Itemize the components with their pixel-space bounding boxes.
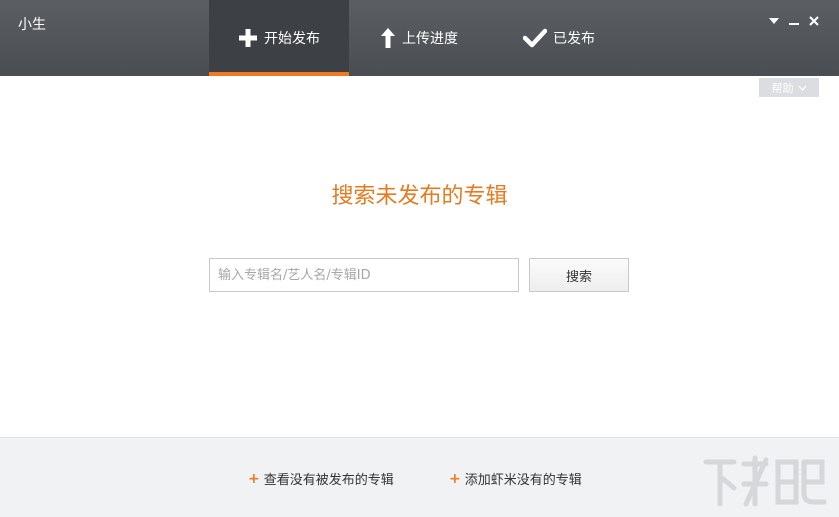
help-label: 帮助	[771, 81, 794, 95]
view-unpublished-albums-link[interactable]: + 查看没有被发布的专辑	[248, 469, 394, 489]
close-icon	[809, 16, 819, 26]
link-label: 查看没有被发布的专辑	[263, 473, 394, 488]
arrow-up-icon	[381, 28, 395, 48]
tab-upload-progress[interactable]: 上传进度	[349, 0, 489, 76]
minimize-button[interactable]	[786, 12, 802, 30]
plus-icon: +	[449, 470, 461, 487]
chevron-down-icon	[798, 85, 806, 91]
help-button[interactable]: 帮助	[759, 78, 819, 97]
dropdown-icon	[769, 18, 779, 24]
title-bar: 小生 开始发布 上传进度 已发布	[0, 0, 839, 76]
album-search-input[interactable]	[209, 258, 519, 292]
search-button[interactable]: 搜索	[529, 258, 629, 292]
tab-label: 已发布	[553, 31, 595, 47]
tab-published[interactable]: 已发布	[489, 0, 629, 76]
plus-icon	[239, 29, 257, 47]
add-missing-album-link[interactable]: + 添加虾米没有的专辑	[449, 469, 582, 489]
tab-label: 上传进度	[402, 31, 458, 47]
plus-icon: +	[248, 470, 260, 487]
user-name[interactable]: 小生	[18, 14, 46, 34]
dropdown-menu-button[interactable]	[766, 12, 782, 30]
close-button[interactable]	[806, 12, 822, 30]
link-label: 添加虾米没有的专辑	[464, 473, 582, 488]
minimize-icon	[789, 23, 799, 25]
page-heading: 搜索未发布的专辑	[331, 184, 508, 209]
check-icon	[523, 28, 547, 48]
tab-start-publish[interactable]: 开始发布	[209, 0, 349, 76]
watermark-logo	[703, 455, 827, 507]
tab-label: 开始发布	[264, 31, 320, 47]
